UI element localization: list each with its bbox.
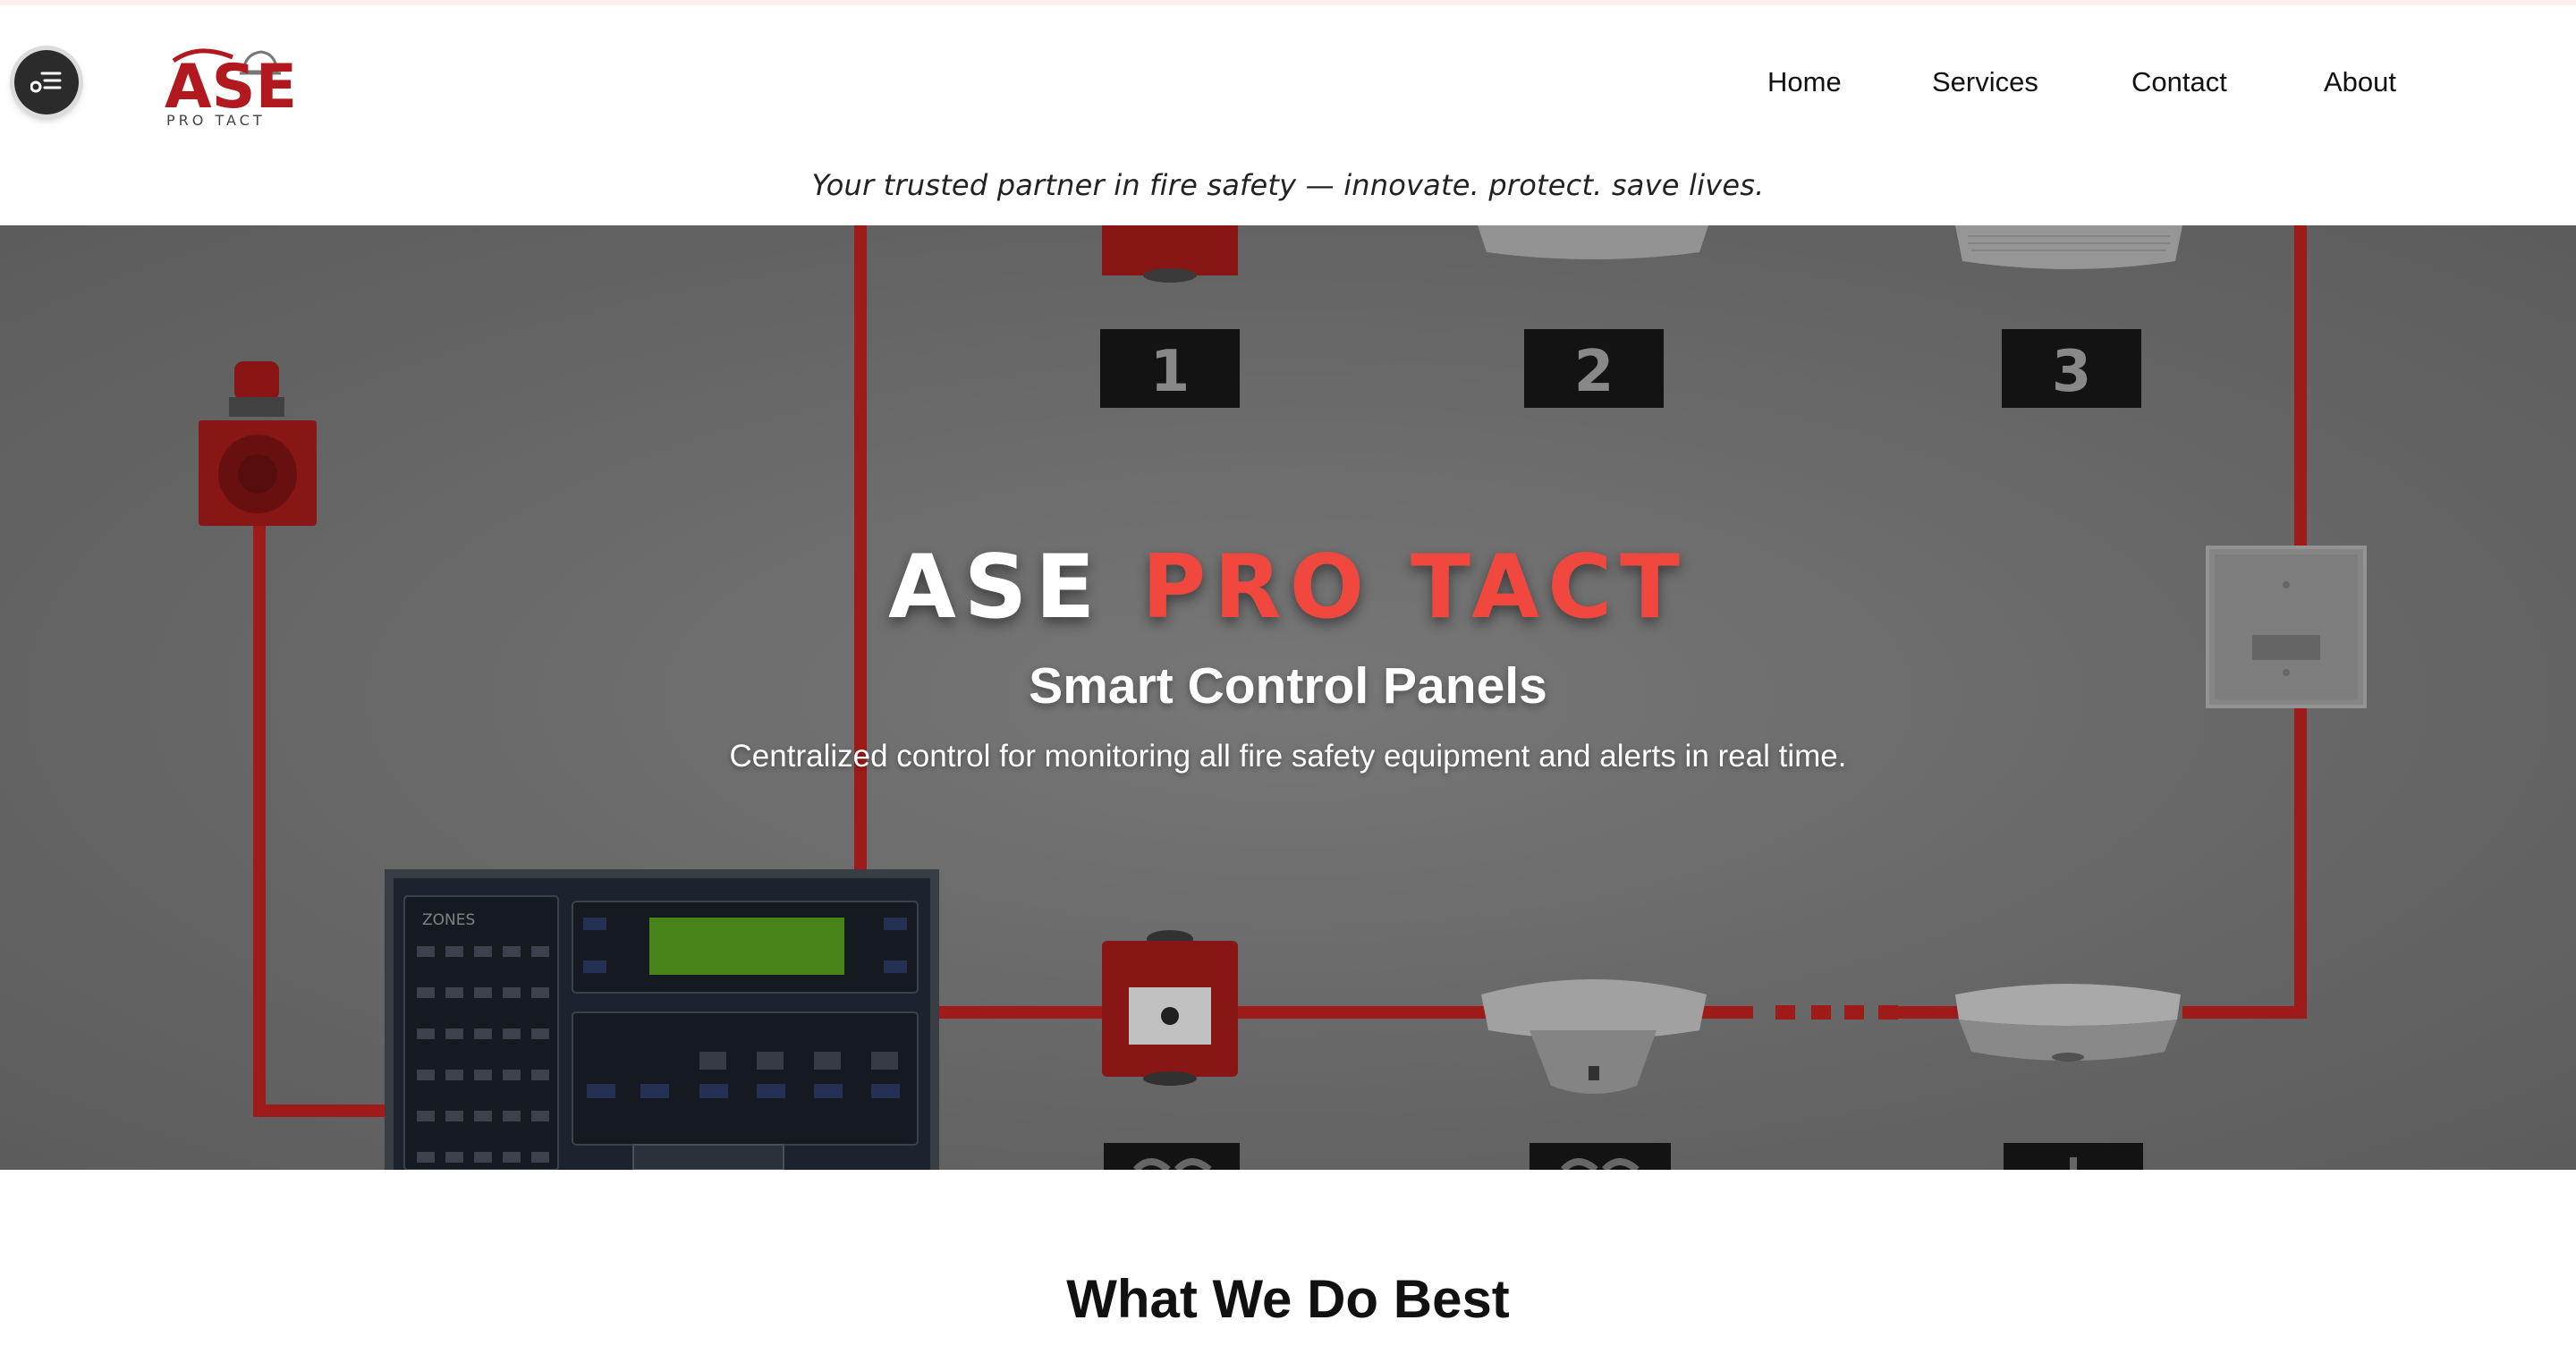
logo-subwordmark: PRO TACT bbox=[166, 112, 266, 129]
hero-description: Centralized control for monitoring all f… bbox=[729, 739, 1847, 774]
hero-title-brand: ASE bbox=[887, 537, 1104, 639]
hero-title-accent: PRO TACT bbox=[1141, 537, 1689, 639]
hero-banner: 1 2 3 ZONES ASE PRO TACT Smart Control P… bbox=[0, 225, 2576, 1170]
nav-link-services[interactable]: Services bbox=[1932, 66, 2038, 98]
nav-link-contact[interactable]: Contact bbox=[2131, 66, 2227, 98]
site-tagline: Your trusted partner in fire safety — in… bbox=[811, 168, 1765, 202]
hero-title: ASE PRO TACT bbox=[0, 537, 2576, 639]
hero-subtitle: Smart Control Panels bbox=[1029, 657, 1547, 715]
nav-link-about[interactable]: About bbox=[2324, 66, 2396, 98]
site-header: ASE PRO TACT Home Services Contact About… bbox=[0, 5, 2576, 225]
nav-link-home[interactable]: Home bbox=[1767, 66, 1842, 98]
section-heading: What We Do Best bbox=[1066, 1269, 1510, 1329]
main-nav: Home Services Contact About bbox=[0, 66, 2576, 111]
